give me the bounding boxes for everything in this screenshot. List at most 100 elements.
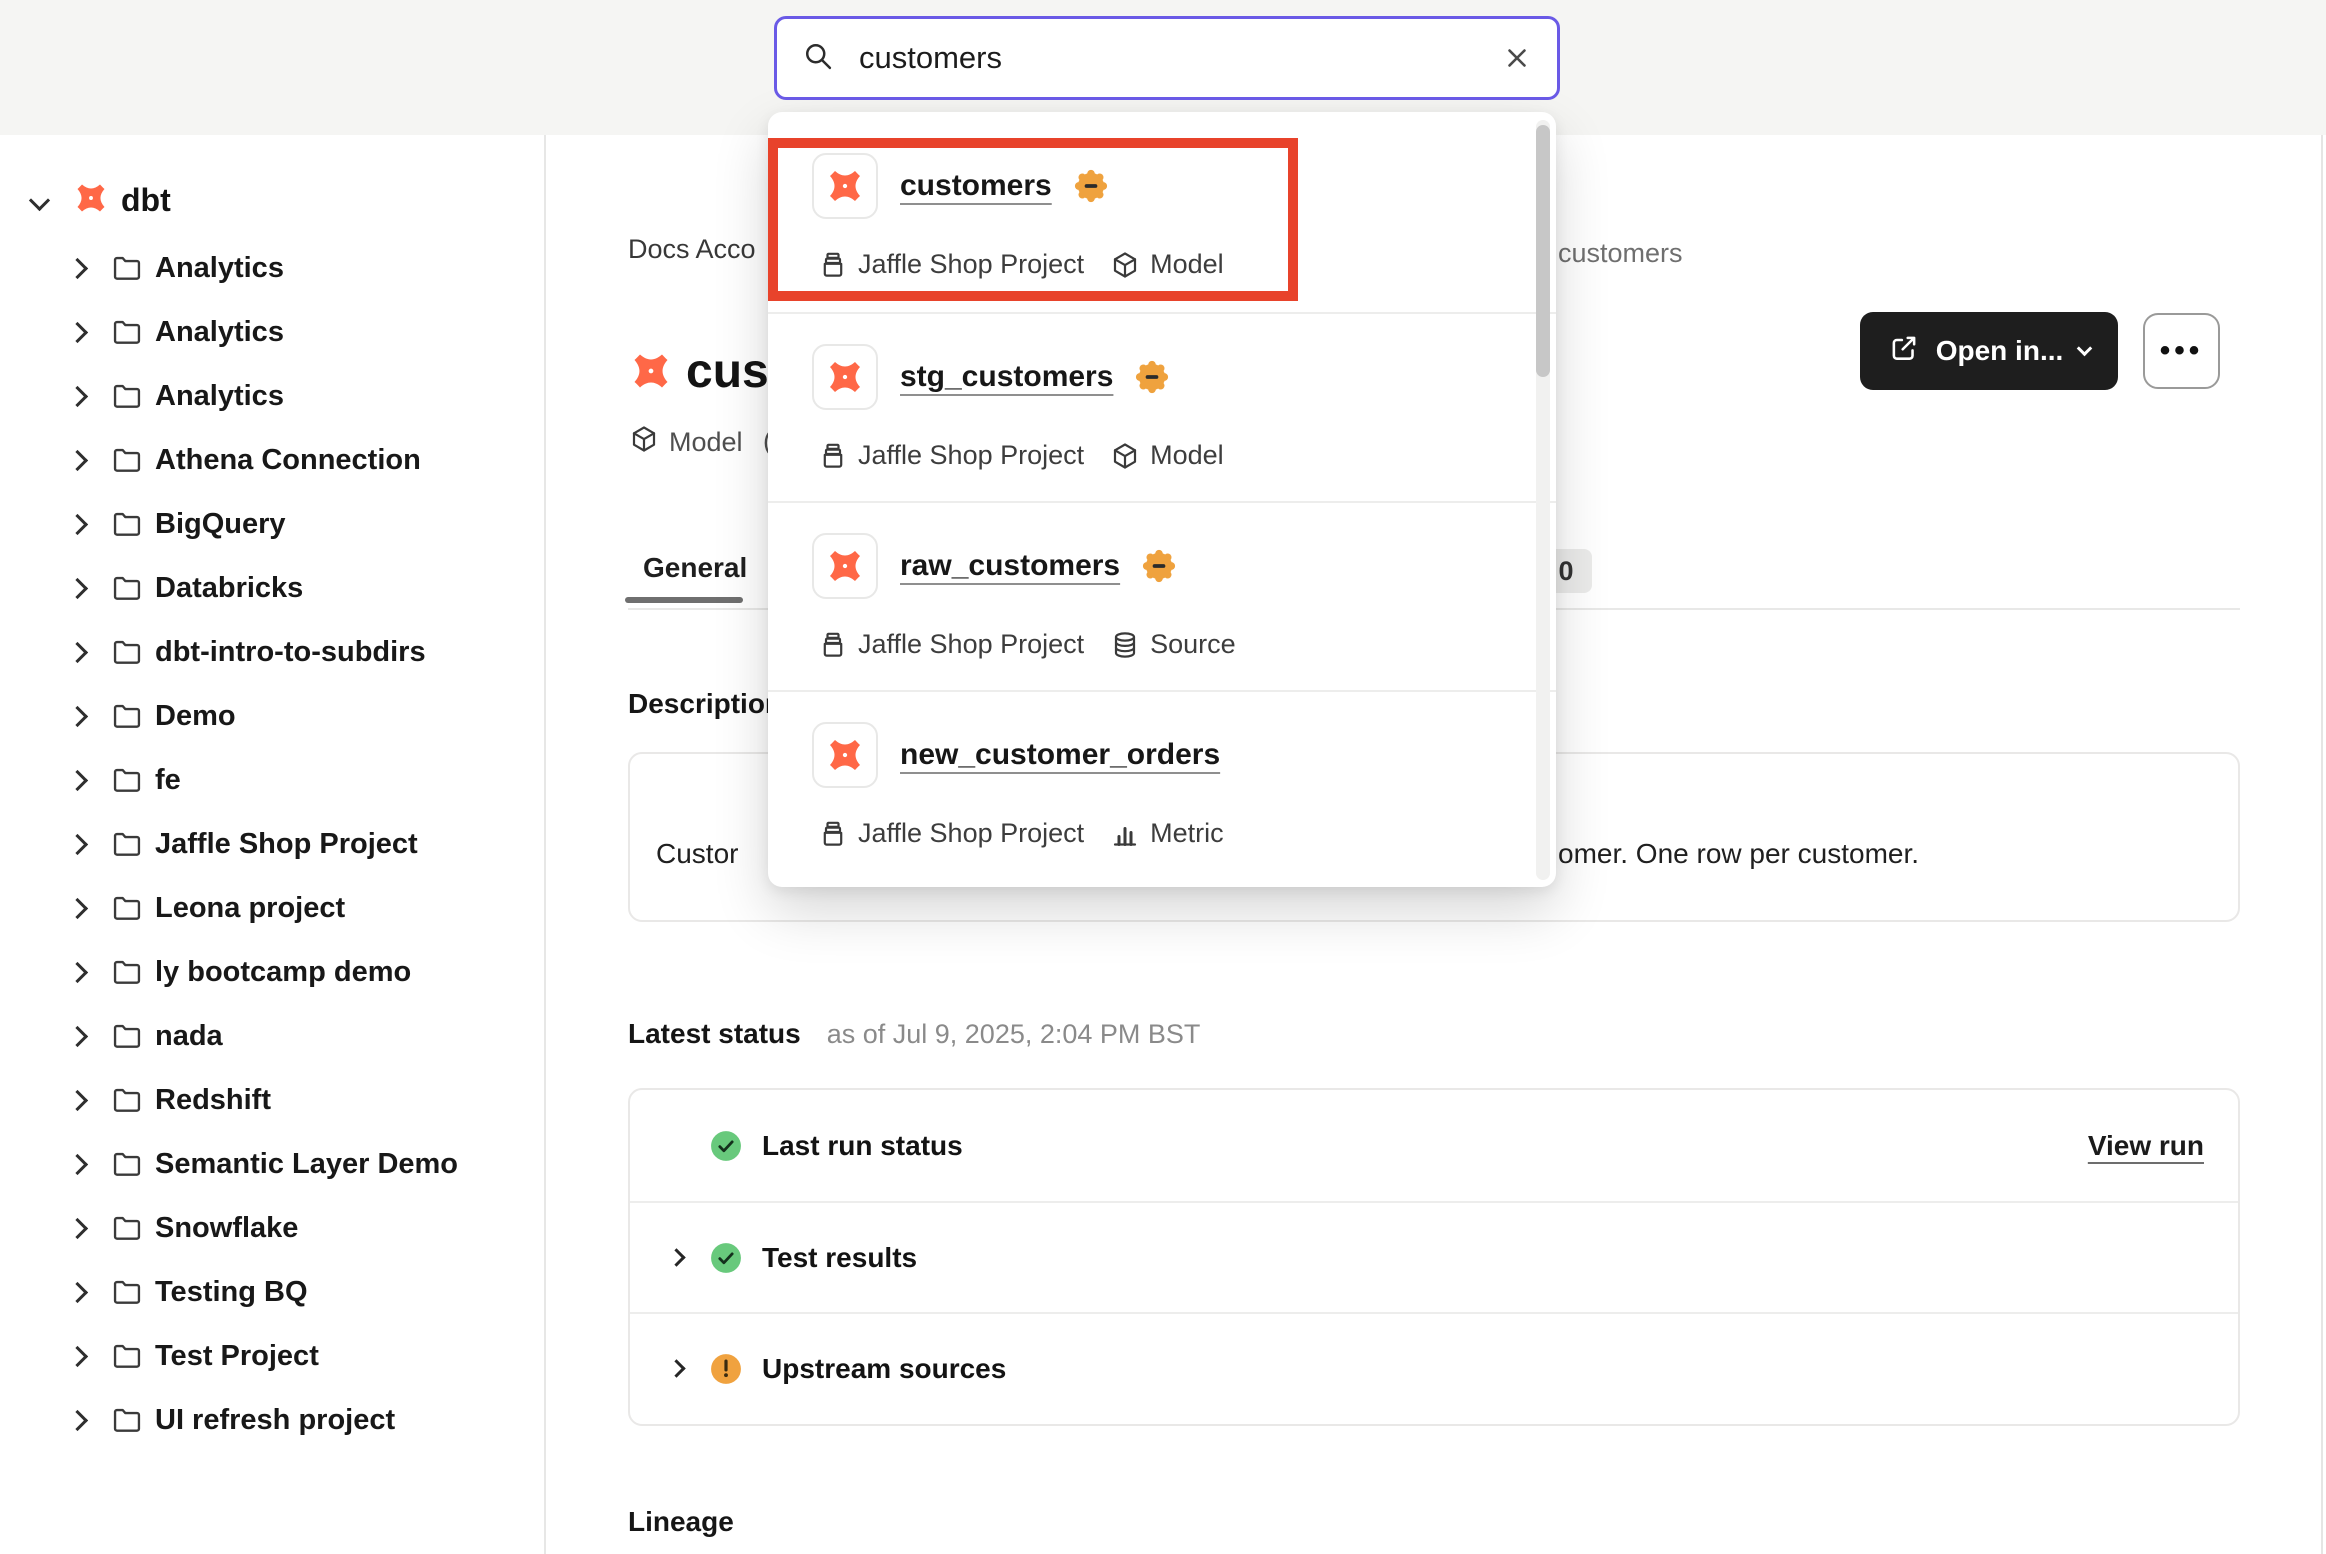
description-text-fragment: omer. One row per customer. bbox=[1558, 838, 1919, 870]
folder-icon bbox=[111, 508, 143, 540]
chevron-right-icon[interactable] bbox=[67, 1345, 88, 1366]
seal-badge-icon bbox=[1142, 549, 1176, 583]
chevron-right-icon[interactable] bbox=[67, 257, 88, 278]
latest-status-heading: Latest status bbox=[628, 1018, 801, 1050]
chevron-right-icon[interactable] bbox=[67, 769, 88, 790]
result-type-label: Model bbox=[1150, 440, 1224, 471]
model-cube-icon bbox=[629, 424, 659, 454]
result-meta: Jaffle Shop Project Metric bbox=[818, 818, 1224, 849]
sidebar-item-snowflake[interactable]: Snowflake bbox=[0, 1196, 298, 1260]
sidebar-item-label: Snowflake bbox=[155, 1212, 298, 1245]
chevron-right-icon[interactable] bbox=[67, 577, 88, 598]
chevron-right-icon[interactable] bbox=[67, 1217, 88, 1238]
sidebar-item-jaffle-shop-project[interactable]: Jaffle Shop Project bbox=[0, 812, 418, 876]
search-result-new_customer_orders[interactable]: new_customer_orders Jaffle Shop Project … bbox=[768, 690, 1556, 879]
search-result-customers[interactable]: customers Jaffle Shop Project Model bbox=[768, 135, 1556, 312]
folder-icon bbox=[111, 1084, 143, 1116]
sidebar-item-test-project[interactable]: Test Project bbox=[0, 1324, 319, 1388]
chevron-right-icon[interactable] bbox=[67, 1409, 88, 1430]
result-name-link[interactable]: new_customer_orders bbox=[900, 738, 1220, 772]
result-meta: Jaffle Shop Project Model bbox=[818, 440, 1224, 471]
sidebar-item-label: Test Project bbox=[155, 1340, 319, 1373]
folder-icon bbox=[111, 764, 143, 796]
chevron-right-icon[interactable] bbox=[67, 897, 88, 918]
folder-icon bbox=[111, 1212, 143, 1244]
sidebar-item-label: Databricks bbox=[155, 572, 303, 605]
status-row-label: Last run status bbox=[762, 1130, 963, 1162]
sidebar-item-demo[interactable]: Demo bbox=[0, 684, 236, 748]
sidebar-item-label: Athena Connection bbox=[155, 444, 421, 477]
folder-icon bbox=[111, 380, 143, 412]
model-cube-icon bbox=[1110, 250, 1140, 280]
search-result-raw_customers[interactable]: raw_customers Jaffle Shop Project Source bbox=[768, 501, 1556, 690]
external-link-icon bbox=[1888, 332, 1920, 364]
sidebar-item-label: Demo bbox=[155, 700, 236, 733]
source-database-icon bbox=[1110, 630, 1140, 660]
search-input[interactable]: customers bbox=[774, 16, 1560, 100]
warning-icon bbox=[710, 1353, 742, 1385]
folder-icon bbox=[111, 1148, 143, 1180]
source-database-icon bbox=[1110, 630, 1140, 660]
success-check-icon bbox=[710, 1130, 742, 1162]
sidebar-item-semantic-layer-demo[interactable]: Semantic Layer Demo bbox=[0, 1132, 458, 1196]
chevron-right-icon[interactable] bbox=[67, 833, 88, 854]
chevron-right-icon[interactable] bbox=[67, 1089, 88, 1110]
result-icon-box bbox=[812, 533, 878, 599]
project-icon bbox=[818, 250, 848, 280]
search-icon bbox=[801, 39, 835, 73]
chevron-right-icon[interactable] bbox=[67, 1025, 88, 1046]
chevron-down-icon[interactable] bbox=[29, 189, 50, 210]
chevron-right-icon[interactable] bbox=[667, 1248, 685, 1266]
folder-icon bbox=[111, 1148, 143, 1180]
chevron-right-icon[interactable] bbox=[67, 449, 88, 470]
dbt-logo-icon bbox=[73, 180, 109, 216]
sidebar-item-dbt-root[interactable]: dbt bbox=[0, 168, 171, 232]
sidebar-item-analytics[interactable]: Analytics bbox=[0, 300, 284, 364]
tab-general[interactable]: General bbox=[643, 552, 747, 584]
sidebar-item-redshift[interactable]: Redshift bbox=[0, 1068, 271, 1132]
dropdown-scrollbar-thumb[interactable] bbox=[1536, 125, 1550, 377]
sidebar-item-analytics[interactable]: Analytics bbox=[0, 236, 284, 300]
chevron-right-icon[interactable] bbox=[67, 1153, 88, 1174]
result-name-link[interactable]: raw_customers bbox=[900, 549, 1120, 583]
close-icon[interactable] bbox=[1501, 42, 1533, 74]
more-options-button[interactable]: ••• bbox=[2143, 313, 2220, 389]
folder-icon bbox=[111, 636, 143, 668]
model-cube-icon bbox=[1110, 250, 1140, 280]
status-row-test-results[interactable]: Test results bbox=[630, 1201, 2238, 1312]
folder-icon bbox=[111, 1084, 143, 1116]
result-name-link[interactable]: customers bbox=[900, 169, 1052, 203]
sidebar-item-label: Jaffle Shop Project bbox=[155, 828, 418, 861]
chevron-right-icon[interactable] bbox=[67, 385, 88, 406]
chevron-right-icon[interactable] bbox=[67, 705, 88, 726]
sidebar-item-testing-bq[interactable]: Testing BQ bbox=[0, 1260, 308, 1324]
search-result-stg_customers[interactable]: stg_customers Jaffle Shop Project Model bbox=[768, 312, 1556, 501]
breadcrumb-tail: customers bbox=[1558, 238, 1683, 269]
chevron-right-icon[interactable] bbox=[667, 1359, 685, 1377]
view-run-link[interactable]: View run bbox=[2088, 1130, 2204, 1162]
sidebar-item-ui-refresh-project[interactable]: UI refresh project bbox=[0, 1388, 395, 1452]
chevron-right-icon[interactable] bbox=[67, 641, 88, 662]
result-project-label: Jaffle Shop Project bbox=[858, 629, 1084, 660]
sidebar-item-nada[interactable]: nada bbox=[0, 1004, 223, 1068]
sidebar-item-label: nada bbox=[155, 1020, 223, 1053]
sidebar-item-bigquery[interactable]: BigQuery bbox=[0, 492, 286, 556]
status-row-upstream-sources[interactable]: Upstream sources bbox=[630, 1312, 2238, 1423]
sidebar-item-ly-bootcamp-demo[interactable]: ly bootcamp demo bbox=[0, 940, 411, 1004]
folder-icon bbox=[111, 380, 143, 412]
chevron-right-icon[interactable] bbox=[67, 1281, 88, 1302]
open-in-button[interactable]: Open in... bbox=[1860, 312, 2118, 390]
chevron-right-icon[interactable] bbox=[67, 321, 88, 342]
sidebar-item-analytics[interactable]: Analytics bbox=[0, 364, 284, 428]
project-icon bbox=[818, 630, 848, 660]
sidebar-item-athena-connection[interactable]: Athena Connection bbox=[0, 428, 421, 492]
sidebar-item-leona-project[interactable]: Leona project bbox=[0, 876, 345, 940]
folder-icon bbox=[111, 956, 143, 988]
sidebar-item-databricks[interactable]: Databricks bbox=[0, 556, 303, 620]
chevron-right-icon[interactable] bbox=[67, 961, 88, 982]
sidebar-item-fe[interactable]: fe bbox=[0, 748, 181, 812]
dbt-logo-icon bbox=[73, 180, 109, 221]
sidebar-item-dbt-intro-to-subdirs[interactable]: dbt-intro-to-subdirs bbox=[0, 620, 426, 684]
chevron-right-icon[interactable] bbox=[67, 513, 88, 534]
result-name-link[interactable]: stg_customers bbox=[900, 360, 1113, 394]
